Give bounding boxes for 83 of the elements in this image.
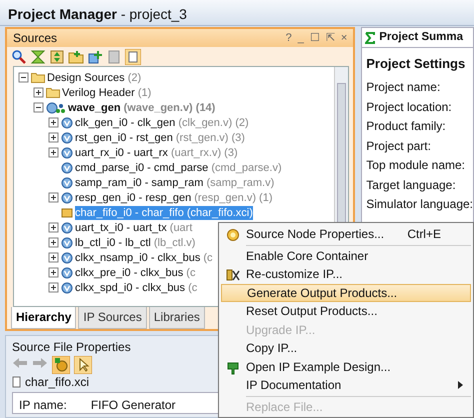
pointer-icon[interactable] (74, 356, 92, 374)
collapse-icon[interactable] (18, 72, 29, 83)
tree-item[interactable]: uart_rx_i0 - uart_rx (uart_rx.v) (3) (75, 146, 238, 160)
folder-icon (31, 72, 45, 83)
tree-item[interactable]: uart_tx_i0 - uart_tx (uart (75, 220, 192, 234)
window-title: Project Manager - project_3 (8, 6, 187, 22)
module-icon (61, 282, 73, 294)
menu-item[interactable]: IP Documentation (221, 376, 471, 394)
panel-control[interactable]: ⇱ (326, 30, 335, 46)
module-icon (61, 132, 73, 144)
expand-icon[interactable] (48, 237, 59, 248)
tree-item[interactable]: clk_gen_i0 - clk_gen (clk_gen.v) (2) (75, 116, 249, 130)
panel-tab[interactable]: Libraries (148, 307, 205, 329)
module-icon (61, 222, 73, 234)
panel-tab[interactable]: IP Sources (78, 307, 147, 329)
setting-label: Target language: (366, 176, 457, 194)
expand-icon[interactable] (48, 132, 59, 143)
file-name: char_fifo.xci (25, 374, 90, 391)
expand-icon[interactable] (48, 282, 59, 293)
panel-control[interactable]: ☐ (310, 30, 320, 46)
expand-icon[interactable] (48, 117, 59, 128)
module-icon (61, 162, 73, 174)
panel-tab[interactable]: Hierarchy (11, 307, 76, 329)
tree-item[interactable]: lb_ctl_i0 - lb_ctl (lb_ctl.v) (75, 236, 196, 250)
setting-label: Project location: (366, 98, 453, 116)
expand-icon[interactable] (48, 252, 59, 263)
search-icon[interactable] (11, 48, 27, 64)
field-label: IP name: (19, 397, 67, 414)
setting-label: Project name: (366, 79, 442, 96)
expand-icon[interactable] (48, 222, 59, 233)
core-icon (226, 228, 240, 242)
summary-tab[interactable]: Project Summa (361, 27, 474, 47)
setting-label: Product family: (366, 118, 447, 135)
module-icon (61, 266, 73, 278)
menu-item[interactable]: Reset Output Products... (221, 302, 471, 320)
folder-icon (46, 87, 60, 98)
expand-icon[interactable] (48, 192, 59, 203)
tree-item[interactable]: clkx_pre_i0 - clkx_bus (c (75, 266, 196, 280)
panel-control[interactable]: _ (298, 30, 304, 46)
setting-label: Simulator language: (366, 196, 473, 213)
file-icon (12, 376, 21, 388)
field-value: FIFO Generator (90, 397, 176, 414)
module-icon (61, 192, 73, 204)
collapse-icon[interactable] (33, 102, 44, 113)
module-icon (61, 116, 73, 128)
customize-icon (226, 268, 240, 282)
module-icon (46, 102, 66, 114)
menu-item[interactable]: Open IP Example Design... (221, 358, 471, 376)
tree-item[interactable]: wave_gen (wave_gen.v) (14) (68, 100, 216, 114)
add-folder-icon[interactable] (68, 48, 84, 64)
panel-control[interactable]: ? (286, 30, 292, 46)
tree-item[interactable]: clkx_nsamp_i0 - clkx_bus (c (75, 250, 213, 264)
tree-icon (226, 360, 240, 374)
document-icon[interactable] (125, 48, 141, 64)
ip-core-icon (61, 206, 73, 218)
sigma-icon (365, 32, 376, 44)
expand-all-icon[interactable] (49, 48, 65, 64)
panel-control[interactable]: × (340, 30, 348, 46)
menu-item[interactable]: Source Node Properties... Ctrl+E (221, 225, 471, 244)
module-icon (61, 252, 73, 264)
module-icon (61, 176, 73, 188)
tree-item[interactable]: Design Sources (2) (47, 70, 142, 84)
add-sources-icon[interactable] (87, 48, 103, 64)
tree-item[interactable]: Verilog Header (1) (62, 86, 152, 100)
setting-label: Top module name: (366, 157, 466, 174)
module-icon (61, 146, 73, 158)
expand-icon[interactable] (48, 267, 59, 278)
setting-label: Project part: (366, 138, 432, 154)
menu-item[interactable]: Enable Core Container (221, 246, 471, 265)
tree-item[interactable]: samp_ram_i0 - samp_ram (samp_ram.v) (75, 176, 274, 190)
panel-title: Source File Properties (12, 339, 131, 356)
module-icon (61, 236, 73, 248)
section-heading: Project Settings (366, 55, 466, 73)
expand-icon[interactable] (33, 87, 44, 98)
tree-item[interactable]: rst_gen_i0 - rst_gen (rst_gen.v) (3) (75, 130, 245, 144)
tree-item[interactable]: clkx_spd_i0 - clkx_bus (c (75, 280, 198, 294)
menu-item[interactable]: Re-customize IP... (221, 265, 471, 284)
tree-item[interactable]: cmd_parse_i0 - cmd_parse (cmd_parse.v) (75, 160, 282, 174)
tree-item[interactable]: resp_gen_i0 - resp_gen (resp_gen.v) (1) (75, 190, 273, 204)
menu-item[interactable]: Copy IP... (221, 339, 471, 358)
panel-title: Sources (13, 30, 58, 47)
expand-icon[interactable] (48, 147, 59, 158)
menu-item[interactable]: Generate Output Products... (221, 284, 471, 302)
